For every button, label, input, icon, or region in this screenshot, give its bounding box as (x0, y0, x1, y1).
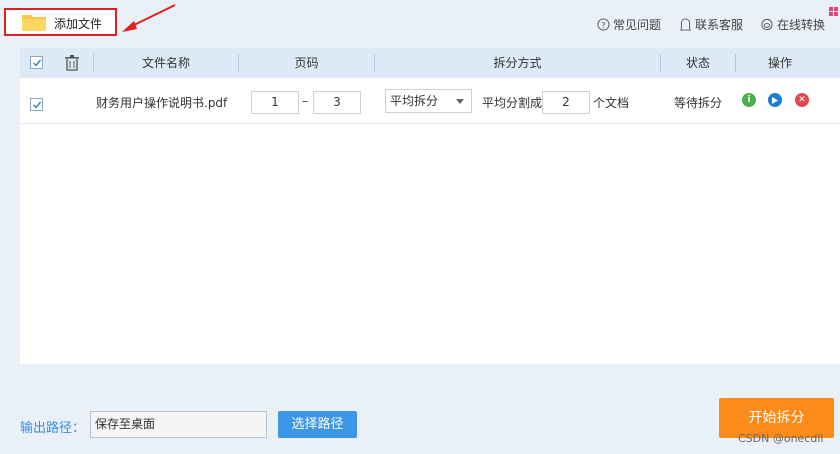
row-status: 等待拆分 (674, 96, 723, 110)
output-path-label: 输出路径： (20, 421, 86, 436)
checkbox-check-icon (32, 101, 41, 109)
grid-icon[interactable] (828, 2, 840, 18)
arrow-annotation-icon (122, 4, 176, 32)
trash-icon[interactable] (65, 55, 79, 71)
svg-text:?: ? (601, 20, 605, 30)
faq-label: 常见问题 (613, 18, 662, 32)
select-all-checkbox[interactable] (30, 56, 43, 69)
contact-label: 联系客服 (695, 18, 744, 32)
choose-path-button[interactable]: 选择路径 (278, 411, 357, 438)
question-icon: ? (597, 18, 610, 31)
split-suffix: 个文档 (593, 96, 630, 110)
info-icon[interactable]: i (742, 93, 756, 107)
folder-icon (22, 15, 46, 31)
play-icon[interactable] (768, 93, 782, 107)
split-mode-value: 平均拆分 (390, 94, 439, 108)
page-from-input[interactable]: 1 (251, 91, 299, 114)
page-range-dash: – (302, 94, 308, 108)
output-path-field[interactable]: 保存至桌面 (90, 411, 267, 438)
delete-icon[interactable]: ✕ (795, 93, 809, 107)
add-file-button[interactable]: 添加文件 (4, 8, 117, 36)
checkbox-check-icon (32, 59, 41, 67)
header-status: 状态 (685, 56, 710, 70)
file-table: 文件名称 页码 拆分方式 状态 操作 财务用户操作说明书.pdf 1 – 3 平… (20, 48, 840, 364)
support-icon (680, 18, 691, 31)
add-file-label: 添加文件 (54, 17, 103, 31)
contact-link[interactable]: 联系客服 (679, 16, 743, 33)
page-to-input[interactable]: 3 (313, 91, 361, 114)
row-filename: 财务用户操作说明书.pdf (96, 96, 228, 110)
split-mode-select[interactable]: 平均拆分 (385, 89, 472, 113)
split-count-input[interactable]: 2 (542, 91, 590, 114)
header-pages: 页码 (294, 56, 319, 70)
header-split-mode: 拆分方式 (493, 56, 542, 70)
table-row: 财务用户操作说明书.pdf 1 – 3 平均拆分 平均分割成 2 个文档 等待拆… (20, 78, 840, 124)
chevron-down-icon (456, 99, 464, 104)
row-checkbox[interactable] (30, 98, 43, 111)
header-filename: 文件名称 (141, 56, 190, 70)
split-prefix: 平均分割成 (482, 96, 543, 110)
online-convert-link[interactable]: 在线转换 (760, 16, 825, 33)
watermark-text: CSDN @onecdll (738, 432, 824, 445)
online-icon (761, 18, 773, 31)
online-label: 在线转换 (777, 18, 826, 32)
header-actions: 操作 (767, 56, 792, 70)
table-header: 文件名称 页码 拆分方式 状态 操作 (20, 48, 840, 78)
faq-link[interactable]: ? 常见问题 (597, 16, 661, 33)
